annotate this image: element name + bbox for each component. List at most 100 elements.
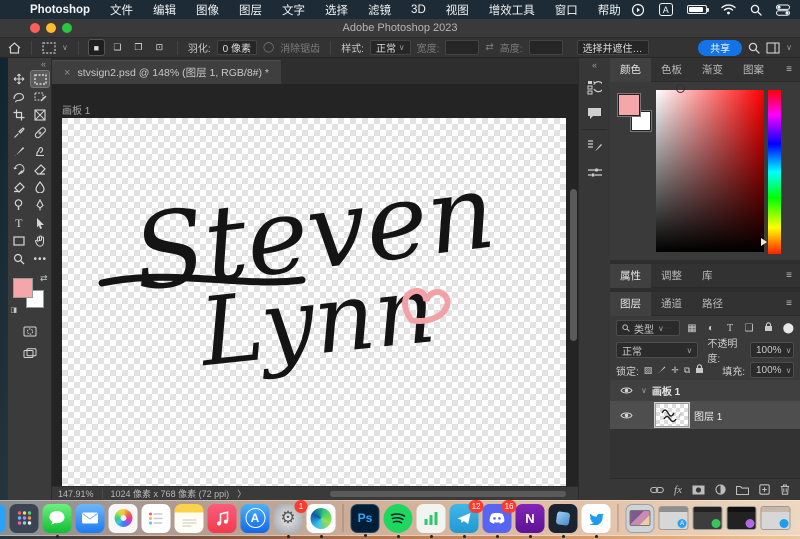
antialias-checkbox[interactable]: ◯ bbox=[263, 42, 274, 53]
layer-row-artboard[interactable]: ∨ 画板 1 bbox=[610, 380, 800, 401]
color-panel-menu-icon[interactable]: ≡ bbox=[786, 64, 792, 75]
default-colors-icon[interactable]: ◨ bbox=[11, 306, 18, 314]
lock-transparent-icon[interactable]: ▨ bbox=[644, 365, 653, 376]
vertical-scrollbar[interactable] bbox=[570, 189, 577, 341]
menu-layer[interactable]: 图层 bbox=[229, 2, 272, 18]
menu-window[interactable]: 窗口 bbox=[545, 2, 588, 18]
tab-layers[interactable]: 图层 bbox=[610, 292, 651, 316]
new-layer-icon[interactable] bbox=[759, 484, 770, 495]
intersect-selection-button[interactable]: ⊡ bbox=[152, 40, 167, 55]
menu-3d[interactable]: 3D bbox=[401, 4, 436, 16]
filter-shape-layers-icon[interactable]: ❑ bbox=[742, 323, 756, 334]
edit-toolbar-icon[interactable]: ••• bbox=[31, 251, 49, 267]
clone-stamp-tool[interactable] bbox=[31, 143, 49, 159]
dock-photoshop[interactable]: Ps bbox=[351, 504, 380, 533]
artboard-expand-chevron-icon[interactable]: ∨ bbox=[641, 386, 647, 395]
expand-panels-icon[interactable]: « bbox=[579, 58, 610, 72]
visibility-eye-icon[interactable] bbox=[616, 411, 636, 420]
add-to-selection-button[interactable]: ❏ bbox=[110, 40, 125, 55]
width-input[interactable] bbox=[445, 40, 479, 55]
brush-tool[interactable] bbox=[10, 143, 28, 159]
pen-tool[interactable] bbox=[31, 197, 49, 213]
move-tool[interactable] bbox=[10, 71, 28, 87]
dock-onenote[interactable]: N bbox=[516, 504, 545, 533]
tab-libraries[interactable]: 库 bbox=[692, 264, 723, 288]
blend-mode-select[interactable]: 正常∨ bbox=[616, 342, 698, 358]
lock-all-icon[interactable] bbox=[695, 364, 704, 376]
minimized-window-1[interactable]: A bbox=[659, 506, 689, 530]
eyedropper-tool[interactable] bbox=[10, 125, 28, 141]
fill-select[interactable]: 100%∨ bbox=[750, 362, 794, 378]
zoom-tool[interactable] bbox=[10, 251, 28, 267]
dock-launchpad[interactable] bbox=[10, 504, 39, 533]
visibility-eye-icon[interactable] bbox=[616, 386, 636, 395]
close-tab-icon[interactable]: × bbox=[64, 67, 70, 79]
dock-twitter[interactable] bbox=[582, 504, 611, 533]
tab-swatches[interactable]: 色板 bbox=[651, 58, 692, 82]
properties-panel-menu-icon[interactable]: ≡ bbox=[786, 270, 792, 281]
screen-mirroring-icon[interactable] bbox=[631, 3, 645, 17]
crop-tool[interactable] bbox=[10, 107, 28, 123]
brush-settings-panel-icon[interactable] bbox=[583, 135, 607, 157]
canvas-area[interactable]: 画板 1 Steven Lynn bbox=[52, 84, 578, 486]
tab-properties[interactable]: 属性 bbox=[610, 264, 651, 288]
dock-reminders[interactable] bbox=[142, 504, 171, 533]
frame-tool[interactable] bbox=[31, 107, 49, 123]
minimized-window-4[interactable] bbox=[761, 506, 791, 530]
search-icon[interactable] bbox=[748, 42, 760, 54]
rectangular-marquee-tool[interactable] bbox=[31, 71, 49, 87]
tab-patterns[interactable]: 图案 bbox=[733, 58, 774, 82]
input-source-icon[interactable]: A bbox=[659, 3, 673, 16]
style-select[interactable]: 正常 ∨ bbox=[370, 40, 411, 55]
comments-panel-icon[interactable] bbox=[583, 102, 607, 124]
menu-type[interactable]: 文字 bbox=[272, 2, 315, 18]
share-button[interactable]: 共享 bbox=[698, 40, 742, 56]
subtract-selection-button[interactable]: ❐ bbox=[131, 40, 146, 55]
dock-downloads-stack[interactable] bbox=[626, 504, 655, 533]
wifi-icon[interactable] bbox=[721, 4, 736, 15]
panel-foreground-swatch[interactable] bbox=[618, 94, 640, 116]
adjustment-layer-icon[interactable] bbox=[715, 484, 726, 495]
tab-channels[interactable]: 通道 bbox=[651, 292, 692, 316]
dock-finder[interactable] bbox=[0, 504, 6, 533]
hue-slider-thumb[interactable] bbox=[761, 238, 767, 246]
menu-filter[interactable]: 滤镜 bbox=[358, 2, 401, 18]
hand-tool[interactable] bbox=[31, 233, 49, 249]
zoom-level-field[interactable]: 147.91% bbox=[58, 489, 94, 499]
filter-toggle-icon[interactable]: ⬤ bbox=[783, 323, 794, 334]
menu-edit[interactable]: 编辑 bbox=[143, 2, 186, 18]
quick-mask-button[interactable] bbox=[21, 323, 39, 339]
menu-image[interactable]: 图像 bbox=[186, 2, 229, 18]
control-center-icon[interactable] bbox=[776, 4, 790, 16]
object-selection-tool[interactable] bbox=[31, 89, 49, 105]
history-brush-tool[interactable] bbox=[10, 161, 28, 177]
artboard-label[interactable]: 画板 1 bbox=[62, 102, 90, 117]
marquee-tool-preset-icon[interactable] bbox=[42, 42, 56, 54]
dock-edge[interactable] bbox=[307, 504, 336, 533]
dock-notes[interactable] bbox=[175, 504, 204, 533]
dock-music[interactable] bbox=[208, 504, 237, 533]
gradient-tool[interactable] bbox=[10, 179, 28, 195]
height-input[interactable] bbox=[529, 40, 563, 55]
rectangle-tool[interactable] bbox=[10, 233, 28, 249]
battery-icon[interactable] bbox=[687, 5, 707, 14]
screen-mode-button[interactable] bbox=[21, 345, 39, 361]
dock-discord[interactable]: 16 bbox=[483, 504, 512, 533]
tab-color[interactable]: 颜色 bbox=[610, 58, 651, 82]
menu-file[interactable]: 文件 bbox=[100, 2, 143, 18]
type-tool[interactable]: T bbox=[10, 215, 28, 231]
toolbar-collapse-icon[interactable]: « bbox=[8, 58, 51, 70]
lock-paint-icon[interactable] bbox=[657, 365, 666, 376]
menu-plugins[interactable]: 增效工具 bbox=[479, 2, 545, 18]
layer-style-icon[interactable]: fx bbox=[674, 484, 682, 496]
filter-smart-objects-icon[interactable] bbox=[761, 322, 775, 335]
blur-tool[interactable] bbox=[31, 179, 49, 195]
layer-thumbnail[interactable] bbox=[655, 403, 689, 427]
menu-select[interactable]: 选择 bbox=[315, 2, 358, 18]
filter-type-layers-icon[interactable]: T bbox=[723, 323, 737, 334]
lock-position-icon[interactable]: ✛ bbox=[671, 365, 679, 376]
menu-help[interactable]: 帮助 bbox=[588, 2, 631, 18]
dock-spotify[interactable] bbox=[384, 504, 413, 533]
lock-artboard-icon[interactable]: ⧉ bbox=[684, 365, 690, 376]
healing-brush-tool[interactable] bbox=[31, 125, 49, 141]
